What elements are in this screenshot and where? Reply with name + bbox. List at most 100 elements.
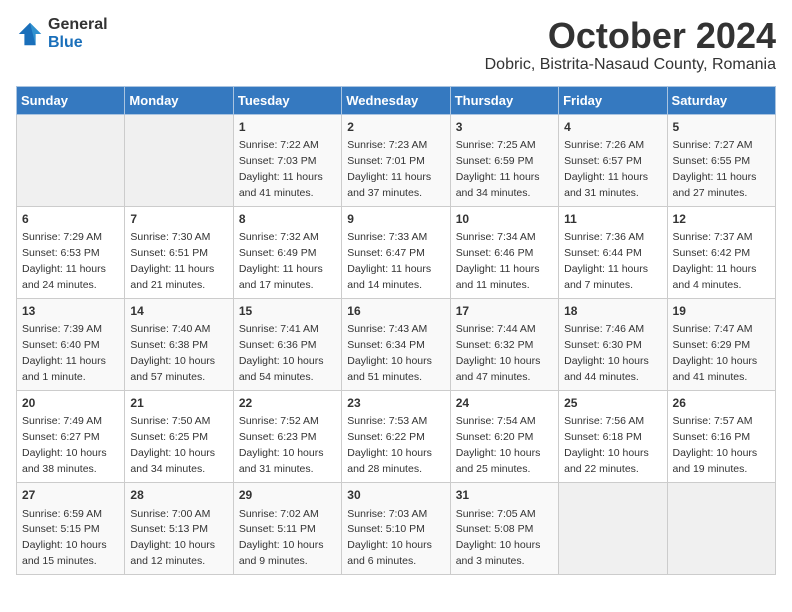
cell-content: Sunrise: 7:46 AMSunset: 6:30 PMDaylight:…	[564, 323, 649, 383]
calendar-cell: 3 Sunrise: 7:25 AMSunset: 6:59 PMDayligh…	[450, 114, 558, 206]
day-number: 24	[456, 395, 553, 412]
cell-content: Sunrise: 7:41 AMSunset: 6:36 PMDaylight:…	[239, 323, 324, 383]
month-title: October 2024	[485, 16, 776, 56]
day-number: 31	[456, 487, 553, 504]
cell-content: Sunrise: 7:22 AMSunset: 7:03 PMDaylight:…	[239, 139, 323, 199]
day-number: 18	[564, 303, 661, 320]
header-thursday: Thursday	[450, 86, 558, 114]
calendar-cell	[667, 483, 775, 575]
calendar-cell: 17 Sunrise: 7:44 AMSunset: 6:32 PMDaylig…	[450, 298, 558, 390]
day-number: 23	[347, 395, 444, 412]
week-row-3: 20 Sunrise: 7:49 AMSunset: 6:27 PMDaylig…	[17, 391, 776, 483]
calendar-cell	[17, 114, 125, 206]
logo-icon	[16, 20, 44, 48]
cell-content: Sunrise: 7:36 AMSunset: 6:44 PMDaylight:…	[564, 231, 648, 291]
calendar-table: SundayMondayTuesdayWednesdayThursdayFrid…	[16, 86, 776, 576]
calendar-cell: 16 Sunrise: 7:43 AMSunset: 6:34 PMDaylig…	[342, 298, 450, 390]
day-number: 1	[239, 119, 336, 136]
title-block: October 2024 Dobric, Bistrita-Nasaud Cou…	[485, 16, 776, 74]
cell-content: Sunrise: 7:27 AMSunset: 6:55 PMDaylight:…	[673, 139, 757, 199]
cell-content: Sunrise: 7:37 AMSunset: 6:42 PMDaylight:…	[673, 231, 757, 291]
day-number: 14	[130, 303, 227, 320]
calendar-cell: 2 Sunrise: 7:23 AMSunset: 7:01 PMDayligh…	[342, 114, 450, 206]
calendar-cell: 8 Sunrise: 7:32 AMSunset: 6:49 PMDayligh…	[233, 206, 341, 298]
day-number: 21	[130, 395, 227, 412]
cell-content: Sunrise: 7:43 AMSunset: 6:34 PMDaylight:…	[347, 323, 432, 383]
calendar-cell: 27 Sunrise: 6:59 AMSunset: 5:15 PMDaylig…	[17, 483, 125, 575]
calendar-cell: 21 Sunrise: 7:50 AMSunset: 6:25 PMDaylig…	[125, 391, 233, 483]
cell-content: Sunrise: 7:32 AMSunset: 6:49 PMDaylight:…	[239, 231, 323, 291]
logo: General Blue	[16, 16, 108, 51]
calendar-cell: 25 Sunrise: 7:56 AMSunset: 6:18 PMDaylig…	[559, 391, 667, 483]
logo-text: General Blue	[48, 16, 108, 51]
location-title: Dobric, Bistrita-Nasaud County, Romania	[485, 56, 776, 74]
day-number: 19	[673, 303, 770, 320]
day-number: 17	[456, 303, 553, 320]
day-number: 2	[347, 119, 444, 136]
cell-content: Sunrise: 7:25 AMSunset: 6:59 PMDaylight:…	[456, 139, 540, 199]
cell-content: Sunrise: 7:54 AMSunset: 6:20 PMDaylight:…	[456, 415, 541, 475]
calendar-cell: 1 Sunrise: 7:22 AMSunset: 7:03 PMDayligh…	[233, 114, 341, 206]
day-number: 11	[564, 211, 661, 228]
cell-content: Sunrise: 7:40 AMSunset: 6:38 PMDaylight:…	[130, 323, 215, 383]
calendar-cell: 19 Sunrise: 7:47 AMSunset: 6:29 PMDaylig…	[667, 298, 775, 390]
day-number: 25	[564, 395, 661, 412]
day-number: 20	[22, 395, 119, 412]
day-number: 3	[456, 119, 553, 136]
day-number: 22	[239, 395, 336, 412]
cell-content: Sunrise: 6:59 AMSunset: 5:15 PMDaylight:…	[22, 508, 107, 568]
header-monday: Monday	[125, 86, 233, 114]
header-sunday: Sunday	[17, 86, 125, 114]
calendar-cell: 4 Sunrise: 7:26 AMSunset: 6:57 PMDayligh…	[559, 114, 667, 206]
day-number: 30	[347, 487, 444, 504]
day-number: 28	[130, 487, 227, 504]
cell-content: Sunrise: 7:29 AMSunset: 6:53 PMDaylight:…	[22, 231, 106, 291]
cell-content: Sunrise: 7:02 AMSunset: 5:11 PMDaylight:…	[239, 508, 324, 568]
cell-content: Sunrise: 7:33 AMSunset: 6:47 PMDaylight:…	[347, 231, 431, 291]
calendar-cell: 7 Sunrise: 7:30 AMSunset: 6:51 PMDayligh…	[125, 206, 233, 298]
cell-content: Sunrise: 7:39 AMSunset: 6:40 PMDaylight:…	[22, 323, 106, 383]
cell-content: Sunrise: 7:49 AMSunset: 6:27 PMDaylight:…	[22, 415, 107, 475]
cell-content: Sunrise: 7:34 AMSunset: 6:46 PMDaylight:…	[456, 231, 540, 291]
calendar-cell	[125, 114, 233, 206]
week-row-1: 6 Sunrise: 7:29 AMSunset: 6:53 PMDayligh…	[17, 206, 776, 298]
week-row-0: 1 Sunrise: 7:22 AMSunset: 7:03 PMDayligh…	[17, 114, 776, 206]
day-number: 16	[347, 303, 444, 320]
logo-general-text: General	[48, 16, 108, 34]
cell-content: Sunrise: 7:26 AMSunset: 6:57 PMDaylight:…	[564, 139, 648, 199]
calendar-cell: 10 Sunrise: 7:34 AMSunset: 6:46 PMDaylig…	[450, 206, 558, 298]
cell-content: Sunrise: 7:00 AMSunset: 5:13 PMDaylight:…	[130, 508, 215, 568]
day-number: 6	[22, 211, 119, 228]
cell-content: Sunrise: 7:44 AMSunset: 6:32 PMDaylight:…	[456, 323, 541, 383]
header-tuesday: Tuesday	[233, 86, 341, 114]
calendar-cell: 26 Sunrise: 7:57 AMSunset: 6:16 PMDaylig…	[667, 391, 775, 483]
day-number: 10	[456, 211, 553, 228]
week-row-2: 13 Sunrise: 7:39 AMSunset: 6:40 PMDaylig…	[17, 298, 776, 390]
cell-content: Sunrise: 7:05 AMSunset: 5:08 PMDaylight:…	[456, 508, 541, 568]
calendar-body: 1 Sunrise: 7:22 AMSunset: 7:03 PMDayligh…	[17, 114, 776, 575]
calendar-header: SundayMondayTuesdayWednesdayThursdayFrid…	[17, 86, 776, 114]
cell-content: Sunrise: 7:03 AMSunset: 5:10 PMDaylight:…	[347, 508, 432, 568]
calendar-cell: 22 Sunrise: 7:52 AMSunset: 6:23 PMDaylig…	[233, 391, 341, 483]
calendar-cell	[559, 483, 667, 575]
cell-content: Sunrise: 7:53 AMSunset: 6:22 PMDaylight:…	[347, 415, 432, 475]
calendar-cell: 18 Sunrise: 7:46 AMSunset: 6:30 PMDaylig…	[559, 298, 667, 390]
cell-content: Sunrise: 7:30 AMSunset: 6:51 PMDaylight:…	[130, 231, 214, 291]
day-number: 4	[564, 119, 661, 136]
calendar-cell: 28 Sunrise: 7:00 AMSunset: 5:13 PMDaylig…	[125, 483, 233, 575]
calendar-cell: 9 Sunrise: 7:33 AMSunset: 6:47 PMDayligh…	[342, 206, 450, 298]
day-number: 27	[22, 487, 119, 504]
day-number: 29	[239, 487, 336, 504]
day-number: 13	[22, 303, 119, 320]
calendar-cell: 29 Sunrise: 7:02 AMSunset: 5:11 PMDaylig…	[233, 483, 341, 575]
day-number: 12	[673, 211, 770, 228]
page-header: General Blue October 2024 Dobric, Bistri…	[16, 16, 776, 74]
day-number: 8	[239, 211, 336, 228]
calendar-cell: 31 Sunrise: 7:05 AMSunset: 5:08 PMDaylig…	[450, 483, 558, 575]
cell-content: Sunrise: 7:50 AMSunset: 6:25 PMDaylight:…	[130, 415, 215, 475]
day-number: 7	[130, 211, 227, 228]
calendar-cell: 12 Sunrise: 7:37 AMSunset: 6:42 PMDaylig…	[667, 206, 775, 298]
calendar-cell: 23 Sunrise: 7:53 AMSunset: 6:22 PMDaylig…	[342, 391, 450, 483]
calendar-cell: 5 Sunrise: 7:27 AMSunset: 6:55 PMDayligh…	[667, 114, 775, 206]
header-row: SundayMondayTuesdayWednesdayThursdayFrid…	[17, 86, 776, 114]
